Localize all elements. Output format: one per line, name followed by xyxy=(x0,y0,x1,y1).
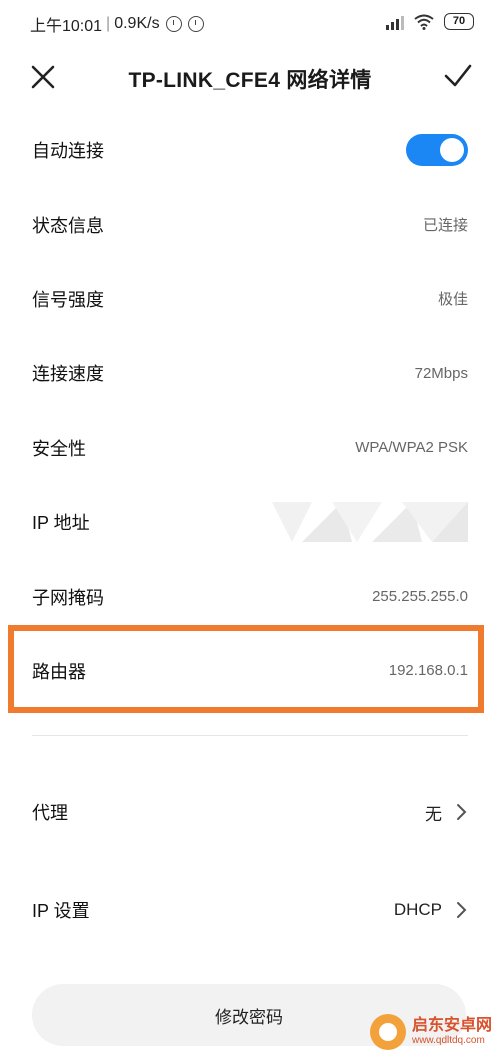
proxy-label: 代理 xyxy=(32,803,68,823)
network-info-list: 自动连接 状态信息 已连接 信号强度 极佳 连接速度 72Mbps 安全性 WP… xyxy=(0,113,500,708)
battery-icon: 70 xyxy=(444,13,474,30)
watermark: 启东安卓网 www.qdltdq.com xyxy=(369,1014,492,1050)
watermark-url: www.qdltdq.com xyxy=(411,1035,485,1046)
row-label: 连接速度 xyxy=(32,364,104,385)
row-label: 安全性 xyxy=(32,438,86,459)
proxy-value: 无 xyxy=(425,804,442,824)
signal-strength-row: 信号强度 极佳 xyxy=(0,262,500,336)
watermark-text: 启东安卓网 www.qdltdq.com xyxy=(412,1017,492,1047)
chevron-right-icon xyxy=(457,804,467,820)
security-row: 安全性 WPA/WPA2 PSK xyxy=(0,411,500,485)
row-label: 子网掩码 xyxy=(32,587,104,608)
status-bar: 上午10:01 | 0.9K/s 70 xyxy=(0,0,500,46)
proxy-row[interactable]: 代理 无 xyxy=(0,782,500,842)
chevron-right-icon xyxy=(457,902,467,918)
watermark-name: 启东安卓网 xyxy=(411,1017,492,1034)
status-right: 70 xyxy=(386,13,474,30)
row-value: 已连接 xyxy=(422,217,468,235)
ip-settings-label: IP 设置 xyxy=(32,901,90,921)
alarm-icon xyxy=(165,16,182,32)
watermark-logo-icon xyxy=(369,1014,406,1050)
row-value: 极佳 xyxy=(437,291,468,309)
row-value: WPA/WPA2 PSK xyxy=(355,439,468,457)
ip-redaction-mask xyxy=(272,502,468,543)
toggle-knob xyxy=(440,138,464,163)
signal-icon xyxy=(386,14,404,30)
ip-settings-row[interactable]: IP 设置 DHCP xyxy=(0,880,500,940)
status-time: 上午10:01 xyxy=(30,18,103,35)
row-label: 自动连接 xyxy=(32,141,104,162)
check-icon[interactable] xyxy=(442,60,474,92)
auto-connect-row: 自动连接 xyxy=(0,113,500,187)
auto-connect-toggle[interactable] xyxy=(406,134,468,167)
wifi-icon xyxy=(414,14,434,30)
ip-settings-value: DHCP xyxy=(393,900,442,919)
row-label: 信号强度 xyxy=(32,289,104,310)
alarm-icon-2 xyxy=(187,16,204,32)
proxy-right: 无 xyxy=(425,800,468,825)
network-speed: 0.9K/s xyxy=(114,15,160,32)
ip-address-row: IP 地址 xyxy=(0,485,500,559)
page-title: TP-LINK_CFE4 网络详情 xyxy=(128,69,372,92)
row-label: 状态信息 xyxy=(32,215,104,236)
router-highlight-box xyxy=(8,625,484,713)
ip-settings-right: DHCP xyxy=(394,900,468,920)
subnet-mask-row: 子网掩码 255.255.255.0 xyxy=(0,559,500,633)
status-separator: | xyxy=(106,15,111,32)
divider xyxy=(32,735,468,736)
status-row: 状态信息 已连接 xyxy=(0,187,500,261)
row-label: IP 地址 xyxy=(32,513,90,534)
link-speed-row: 连接速度 72Mbps xyxy=(0,336,500,410)
header: TP-LINK_CFE4 网络详情 xyxy=(0,46,500,110)
row-value: 255.255.255.0 xyxy=(372,588,468,606)
status-left: 上午10:01 | 0.9K/s xyxy=(30,12,204,36)
row-value: 72Mbps xyxy=(414,364,468,382)
